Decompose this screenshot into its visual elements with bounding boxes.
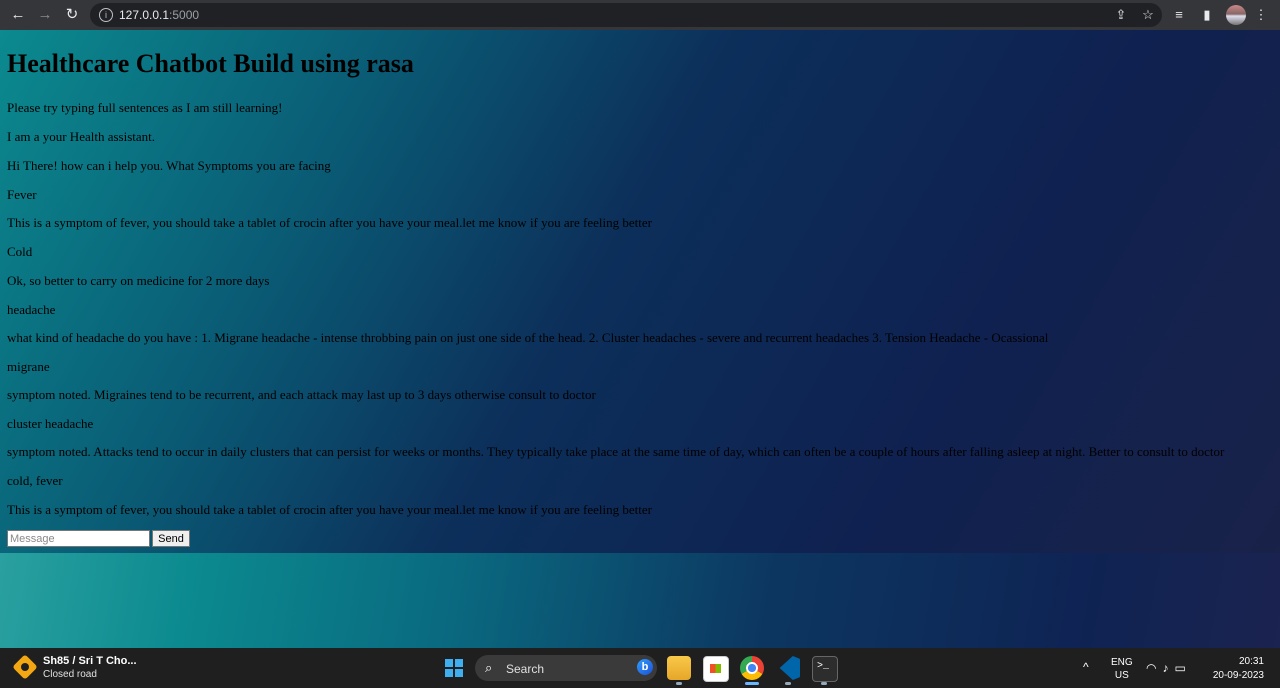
search-label: Search: [506, 662, 545, 676]
chat-message: headache: [7, 302, 56, 317]
chat-message: Cold: [7, 244, 33, 259]
language-indicator[interactable]: ENG US: [1111, 656, 1133, 682]
app-running-indicator: [821, 682, 827, 685]
chat-container: Healthcare Chatbot Build using rasa Plea…: [0, 30, 1280, 553]
page-background: [0, 553, 1280, 648]
chat-message: cluster headache: [7, 416, 94, 431]
clock-date: 20-09-2023: [1212, 670, 1264, 681]
address-bar[interactable]: i 127.0.0.1:5000: [90, 3, 1162, 27]
widget-title[interactable]: Sh85 / Sri T Cho...: [43, 655, 137, 667]
chat-message: Ok, so better to carry on medicine for 2…: [7, 273, 270, 288]
battery-icon[interactable]: ▭: [1174, 661, 1191, 675]
chat-message: This is a symptom of fever, you should t…: [7, 502, 652, 517]
reload-icon[interactable]: ↻: [62, 5, 82, 25]
chat-message: I am a your Health assistant.: [7, 129, 156, 144]
keyboard-layout: US: [1114, 670, 1129, 681]
microsoft-store-icon[interactable]: [703, 656, 729, 682]
windows-taskbar: Sh85 / Sri T Cho... Closed road ⌕ Search…: [0, 648, 1280, 688]
traffic-alert-icon[interactable]: [12, 654, 38, 680]
site-info-icon[interactable]: i: [99, 8, 113, 22]
app-running-indicator: [676, 682, 682, 685]
bookmark-star-icon[interactable]: ☆: [1139, 6, 1157, 24]
chat-message: Hi There! how can i help you. What Sympt…: [7, 158, 331, 173]
forward-arrow-icon[interactable]: →: [35, 5, 55, 25]
search-icon: ⌕: [485, 660, 493, 675]
clock[interactable]: 20:31 20-09-2023: [1212, 655, 1264, 683]
reading-list-icon[interactable]: ≡: [1170, 6, 1188, 24]
chat-message: Please try typing full sentences as I am…: [7, 100, 283, 115]
clock-time: 20:31: [1238, 656, 1264, 667]
page-body: Healthcare Chatbot Build using rasa Plea…: [0, 30, 1280, 648]
chat-message: migrane: [7, 359, 50, 374]
taskbar-search[interactable]: ⌕ Search b: [475, 655, 657, 681]
page-title: Healthcare Chatbot Build using rasa: [7, 49, 414, 78]
chat-message: cold, fever: [7, 473, 63, 488]
message-input[interactable]: [7, 530, 150, 547]
app-running-indicator: [785, 682, 791, 685]
chat-message: Fever: [7, 187, 37, 202]
app-active-indicator: [745, 682, 759, 685]
chat-message: what kind of headache do you have : 1. M…: [7, 330, 1049, 345]
wifi-icon[interactable]: ◠: [1146, 661, 1162, 675]
browser-toolbar: ← → ↻ i 127.0.0.1:5000 ⇪ ☆ ≡ ▮ ⋮: [0, 0, 1280, 30]
side-panel-icon[interactable]: ▮: [1198, 6, 1216, 24]
chat-message: symptom noted. Attacks tend to occur in …: [7, 444, 1225, 459]
volume-icon[interactable]: ♪: [1162, 661, 1174, 675]
system-tray[interactable]: ◠♪▭: [1146, 661, 1192, 675]
terminal-icon[interactable]: [812, 656, 838, 682]
bing-icon[interactable]: b: [637, 659, 653, 675]
tray-chevron-up-icon[interactable]: ^: [1083, 660, 1089, 674]
vscode-icon[interactable]: [779, 656, 800, 680]
language-code: ENG: [1111, 657, 1133, 668]
chrome-icon[interactable]: [740, 656, 764, 680]
file-explorer-icon[interactable]: [667, 656, 691, 680]
chat-message: This is a symptom of fever, you should t…: [7, 215, 652, 230]
windows-start-icon[interactable]: [445, 659, 463, 677]
profile-avatar[interactable]: [1226, 5, 1246, 25]
url-text: 127.0.0.1:5000: [119, 8, 200, 22]
back-arrow-icon[interactable]: ←: [8, 5, 28, 25]
send-button[interactable]: Send: [152, 530, 190, 547]
widget-subtitle[interactable]: Closed road: [43, 669, 97, 680]
share-icon[interactable]: ⇪: [1112, 6, 1130, 24]
chat-message: symptom noted. Migraines tend to be recu…: [7, 387, 596, 402]
menu-kebab-icon[interactable]: ⋮: [1252, 6, 1270, 24]
